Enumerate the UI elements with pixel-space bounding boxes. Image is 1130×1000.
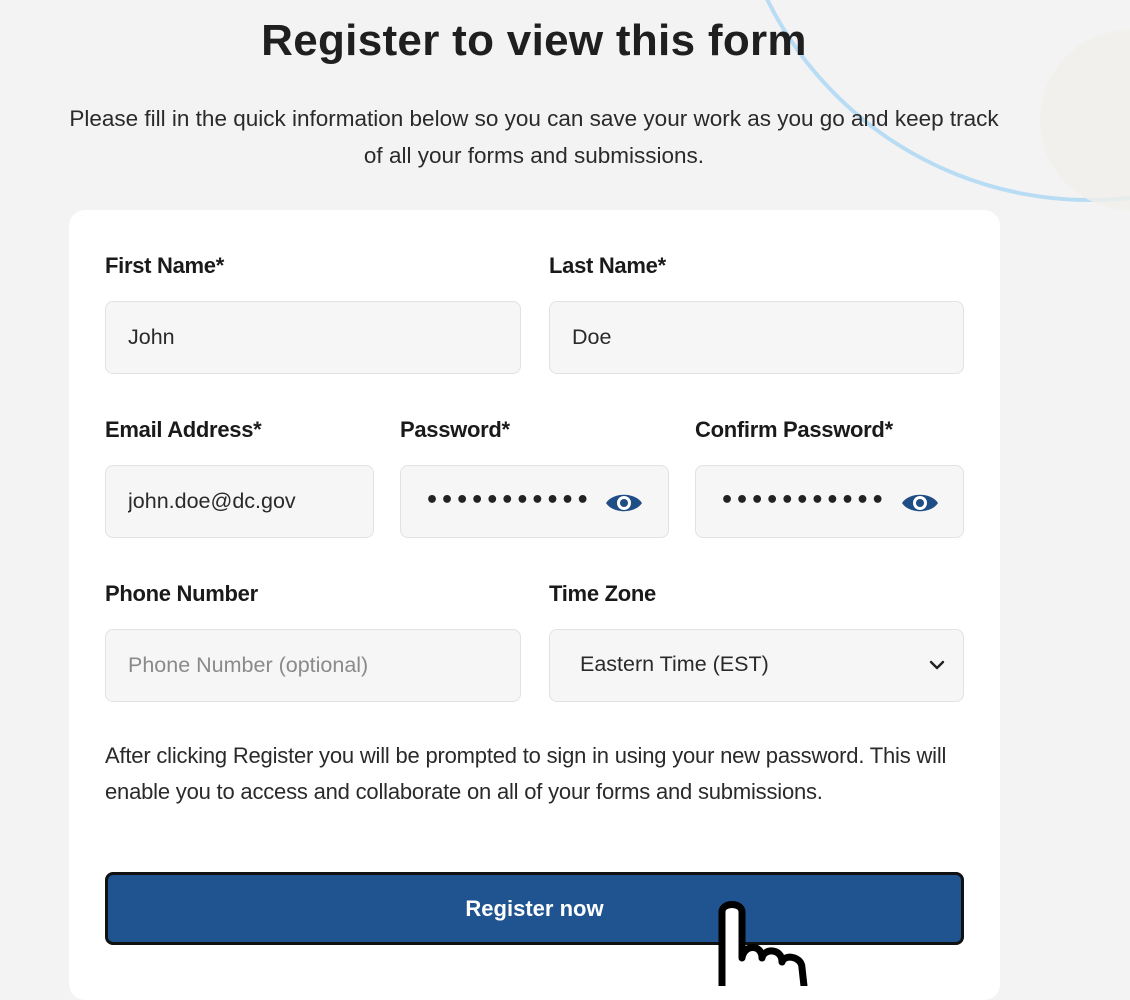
confirm-password-input[interactable]: •••••••••••: [695, 465, 964, 538]
password-masked-value: •••••••••••: [425, 488, 591, 513]
confirm-password-masked-value: •••••••••••: [720, 488, 886, 513]
last-name-label: Last Name*: [549, 253, 666, 278]
first-name-label: First Name*: [105, 253, 224, 278]
confirm-password-label: Confirm Password*: [695, 417, 893, 442]
first-name-input[interactable]: [105, 301, 521, 374]
email-input[interactable]: [105, 465, 374, 538]
page-subtitle: Please fill in the quick information bel…: [69, 106, 999, 168]
page-title: Register to view this form: [261, 16, 807, 65]
password-label: Password*: [400, 417, 510, 442]
last-name-input[interactable]: [549, 301, 964, 374]
chevron-down-icon: [929, 660, 945, 670]
email-label: Email Address*: [105, 417, 262, 442]
password-input[interactable]: •••••••••••: [400, 465, 669, 538]
phone-input[interactable]: [105, 629, 521, 702]
register-note: After clicking Register you will be prom…: [105, 743, 947, 804]
eye-icon[interactable]: [900, 489, 940, 517]
time-zone-label: Time Zone: [549, 581, 656, 606]
time-zone-select[interactable]: Eastern Time (EST): [549, 629, 964, 702]
time-zone-selected-value: Eastern Time (EST): [580, 652, 769, 676]
register-now-button[interactable]: Register now: [105, 872, 964, 945]
eye-icon[interactable]: [604, 489, 644, 517]
phone-label: Phone Number: [105, 581, 258, 606]
